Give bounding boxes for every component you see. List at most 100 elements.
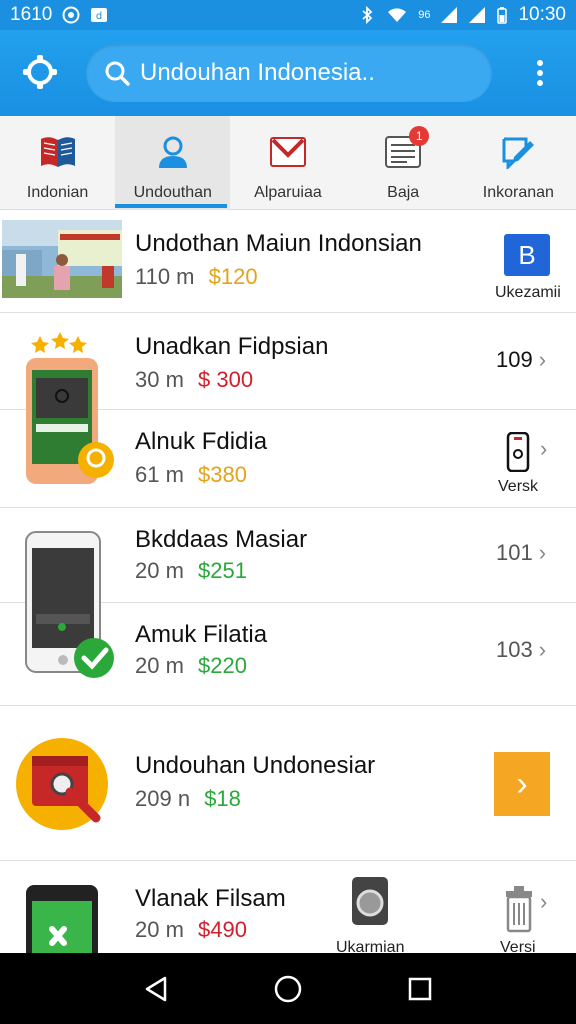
list-item[interactable]: Vlanak Filsam 20 m $490 Ukarmian › Versi [0,861,576,953]
item-price: $490 [198,917,247,942]
item-size: 61 m [135,462,184,487]
tab-indonian[interactable]: Indonian [0,116,115,210]
screen: 1610 d 96 10:30 Undouhan Indonesia.. Ind… [0,0,576,1024]
item-trail: 101 › [496,540,546,566]
chevron-right-icon: › [540,889,548,914]
item-size: 20 m [135,558,184,583]
edit-icon [498,132,538,172]
tab-label: Alparuiaa [254,184,322,201]
search-bar[interactable] [86,44,492,102]
mail-icon [268,132,308,172]
status-number: 1610 [10,4,53,25]
item-size: 110 m [135,264,195,289]
search-icon [105,61,130,86]
arrow-right-button[interactable]: › [494,752,550,816]
tab-bar: Indonian Undouthan Alparuiaa 1 Baja Inko… [0,116,576,210]
chevron-right-icon: › [538,637,547,662]
phone-icon [506,432,530,472]
more-dot-icon [537,70,543,76]
item-trail-label: Versi [500,939,536,953]
more-dot-icon [537,60,543,66]
wifi-icon [388,8,407,22]
item-size: 30 m [135,367,184,392]
settings-icon [23,55,57,89]
chevron-right-icon: › [540,436,548,461]
item-trail: 103 › [496,637,546,663]
list-item[interactable]: Amuk Filatia 20 m $220 103 › [0,603,576,706]
item-count: 103 [496,637,533,662]
item-list: Undothan Maiun Indonsian 110 m $120 B Uk… [0,210,576,953]
back-button[interactable] [136,969,176,1009]
signal-icon [441,7,458,23]
battery-icon [497,7,508,24]
item-size: 20 m [135,917,184,942]
list-item[interactable]: Undothan Maiun Indonsian 110 m $120 B Uk… [0,210,576,313]
item-size: 209 n [135,786,191,811]
active-tab-indicator [115,204,227,208]
item-title: Unadkan Fidpsian [135,333,329,360]
item-meta: 20 m $490 [135,917,247,943]
signal-label: 96 [418,9,431,21]
app-notification-icon: d [91,8,108,22]
item-trail-label: Versk [498,478,539,495]
tab-label: Indonian [26,184,89,201]
signal-icon-2 [469,7,486,23]
trash-icon [506,886,532,933]
recents-button[interactable] [400,969,440,1009]
bluetooth-icon [362,6,373,24]
blue-b-icon: B [504,234,550,276]
item-trail-label: Ukezamii [495,284,561,301]
list-item[interactable]: Alnuk Fdidia 61 m $380 › Versk [0,410,576,508]
notification-circle-icon [62,6,80,24]
search-input[interactable] [140,59,470,87]
thumbnail-image [2,220,122,298]
news-icon: 1 [383,126,430,172]
tab-label: Undouthan [133,184,212,201]
more-options-button[interactable] [526,56,554,90]
item-title: Amuk Filatia [135,621,268,648]
back-triangle-icon [145,976,167,1001]
item-price: $ 300 [198,367,254,392]
item-count: 109 [496,347,533,372]
item-count: 101 [496,540,533,565]
book-icon [38,132,78,172]
recents-square-icon [408,977,432,1000]
svg-text:d: d [96,11,102,22]
item-size: 20 m [135,653,184,678]
chevron-right-icon: › [538,347,547,372]
item-price: $251 [198,558,247,583]
item-meta: 61 m $380 [135,462,247,488]
camera-icon [352,877,388,925]
item-mid-label: Ukarmian [336,939,405,953]
item-meta: 110 m $120 [135,264,258,290]
item-title: Undothan Maiun Indonsian [135,230,422,257]
item-price: $18 [204,786,241,811]
item-title: Undouhan Undonesiar [135,752,376,779]
more-dot-icon [537,80,543,86]
status-bar: 1610 d 96 10:30 [0,0,576,30]
navigation-bar [0,953,576,1024]
item-title: Vlanak Filsam [135,885,286,912]
item-price: $380 [198,462,247,487]
app-icon [26,885,98,953]
tab-baja[interactable]: 1 Baja [346,116,461,210]
home-circle-icon [274,975,302,1002]
item-meta: 209 n $18 [135,786,241,812]
tab-undouthan[interactable]: Undouthan [115,116,231,210]
item-title: Bkddaas Masiar [135,526,308,553]
tab-alparuiaa[interactable]: Alparuiaa [230,116,345,210]
item-price: $220 [198,653,247,678]
item-meta: 20 m $251 [135,558,247,584]
item-trail: 109 › [496,347,546,373]
settings-button[interactable] [20,52,60,92]
status-time: 10:30 [518,4,566,25]
home-button[interactable] [268,969,308,1009]
item-title: Alnuk Fdidia [135,428,268,455]
tab-label: Inkoranan [482,184,554,201]
item-price: $120 [208,264,258,289]
chevron-right-icon: › [538,540,547,565]
item-meta: 20 m $220 [135,653,247,679]
tab-label: Baja [387,184,420,201]
tab-inkoranan[interactable]: Inkoranan [461,116,576,210]
list-item[interactable]: Undouhan Undonesiar 209 n $18 › [0,706,576,861]
